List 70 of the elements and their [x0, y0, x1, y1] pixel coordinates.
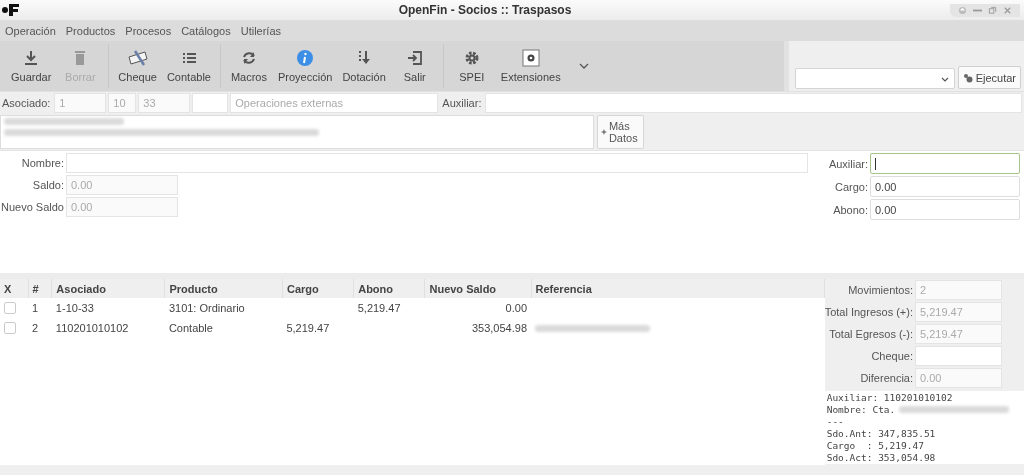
input-field[interactable]: 0.00	[870, 176, 1020, 197]
table-cell: 5,219.47	[353, 298, 425, 318]
info-icon	[295, 49, 316, 67]
field-label: Auxiliar:	[441, 97, 483, 109]
table-cell-text: 2	[31, 321, 40, 336]
log-line: Sdo.Act: 353,054.98	[826, 451, 936, 463]
more-data-button[interactable]: Más Datos	[597, 115, 644, 149]
toolbar-button[interactable]: Contable	[161, 44, 216, 88]
maximize-icon	[988, 5, 997, 15]
toolbar-button[interactable]: Macros	[224, 44, 273, 88]
log-line: Auxiliar: 110201010102	[826, 391, 953, 403]
window-title: OpenFin - Socios :: Traspasos	[397, 3, 573, 17]
table-cell-text: Contable	[167, 321, 214, 336]
chevron-down-icon	[577, 62, 590, 70]
table-cell-text: 5,219.47	[285, 321, 331, 336]
field-label: Nombre:	[20, 157, 64, 169]
menu-item[interactable]: Operación	[0, 25, 61, 37]
table-cell: 3101: Ordinario	[164, 298, 283, 318]
field-label: Cheque:	[871, 350, 913, 362]
column-header[interactable]: Abono	[353, 279, 425, 298]
field-label: Auxiliar:	[827, 157, 868, 170]
menu-item[interactable]: Catálogos	[176, 25, 236, 37]
field-label: Total Egresos (-):	[829, 328, 913, 340]
log-line: Nombre: Cta.	[826, 403, 896, 415]
checkbox[interactable]	[4, 302, 16, 314]
field-label: Cargo:	[833, 180, 868, 193]
field-label: Saldo:	[31, 179, 64, 191]
toolbar-button[interactable]: Guardar	[6, 44, 57, 88]
menu-item[interactable]: Procesos	[120, 25, 177, 37]
field-label: Nuevo Saldo	[0, 201, 64, 213]
dropdown[interactable]	[794, 68, 955, 89]
menu-item[interactable]: Utilerías	[235, 25, 287, 37]
cheque-pen-icon	[127, 49, 148, 67]
plus-icon	[601, 127, 607, 137]
toolbar-button[interactable]: Proyección	[272, 44, 338, 88]
logo-icon	[2, 3, 20, 17]
up-icon	[958, 5, 967, 15]
column-header[interactable]: #	[28, 279, 52, 298]
column-header[interactable]: Producto	[164, 279, 283, 298]
toolbar-button[interactable]: Cheque	[113, 44, 162, 88]
field-label: Diferencia:	[860, 372, 913, 384]
log-line: Cargo : 5,219.47	[826, 439, 924, 451]
column-header[interactable]: X	[0, 279, 29, 298]
input-field[interactable]: 0.00	[870, 199, 1020, 220]
field-label: Movimientos:	[848, 284, 913, 296]
toolbar-button[interactable]: Extensiones	[495, 44, 566, 88]
table-cell: 1-10-33	[51, 298, 165, 318]
table-cell: 0.00	[424, 298, 531, 318]
gear-box-icon	[520, 49, 541, 67]
toolbar-button[interactable]: Dotación	[337, 44, 391, 88]
field-label: Total Ingresos (+):	[824, 306, 913, 318]
menu-item[interactable]: Productos	[60, 25, 121, 37]
input-field[interactable]	[870, 153, 1020, 174]
close-icon	[1003, 5, 1012, 15]
table-cell: 1	[28, 298, 52, 318]
table-cell-text: 353,054.98	[470, 321, 528, 336]
column-header[interactable]: Cargo	[282, 279, 354, 298]
log-line: ---	[826, 415, 844, 427]
checkbox[interactable]	[4, 322, 16, 334]
column-header[interactable]: Referencia	[531, 279, 825, 298]
minimize-icon	[973, 8, 982, 12]
column-header[interactable]: Asociado	[51, 279, 165, 298]
table-cell-text: 110201010102	[54, 321, 130, 336]
field-label: Abono:	[832, 203, 868, 216]
toolbar-button[interactable]: SPEI	[447, 44, 496, 88]
log-line: Sdo.Ant: 347,835.51	[826, 427, 936, 439]
field-label: Asociado:	[1, 97, 52, 109]
column-header[interactable]: Nuevo Saldo	[424, 279, 531, 298]
toolbar-button[interactable]: Salir	[390, 44, 439, 88]
execute-button[interactable]: Ejecutar	[957, 66, 1021, 89]
